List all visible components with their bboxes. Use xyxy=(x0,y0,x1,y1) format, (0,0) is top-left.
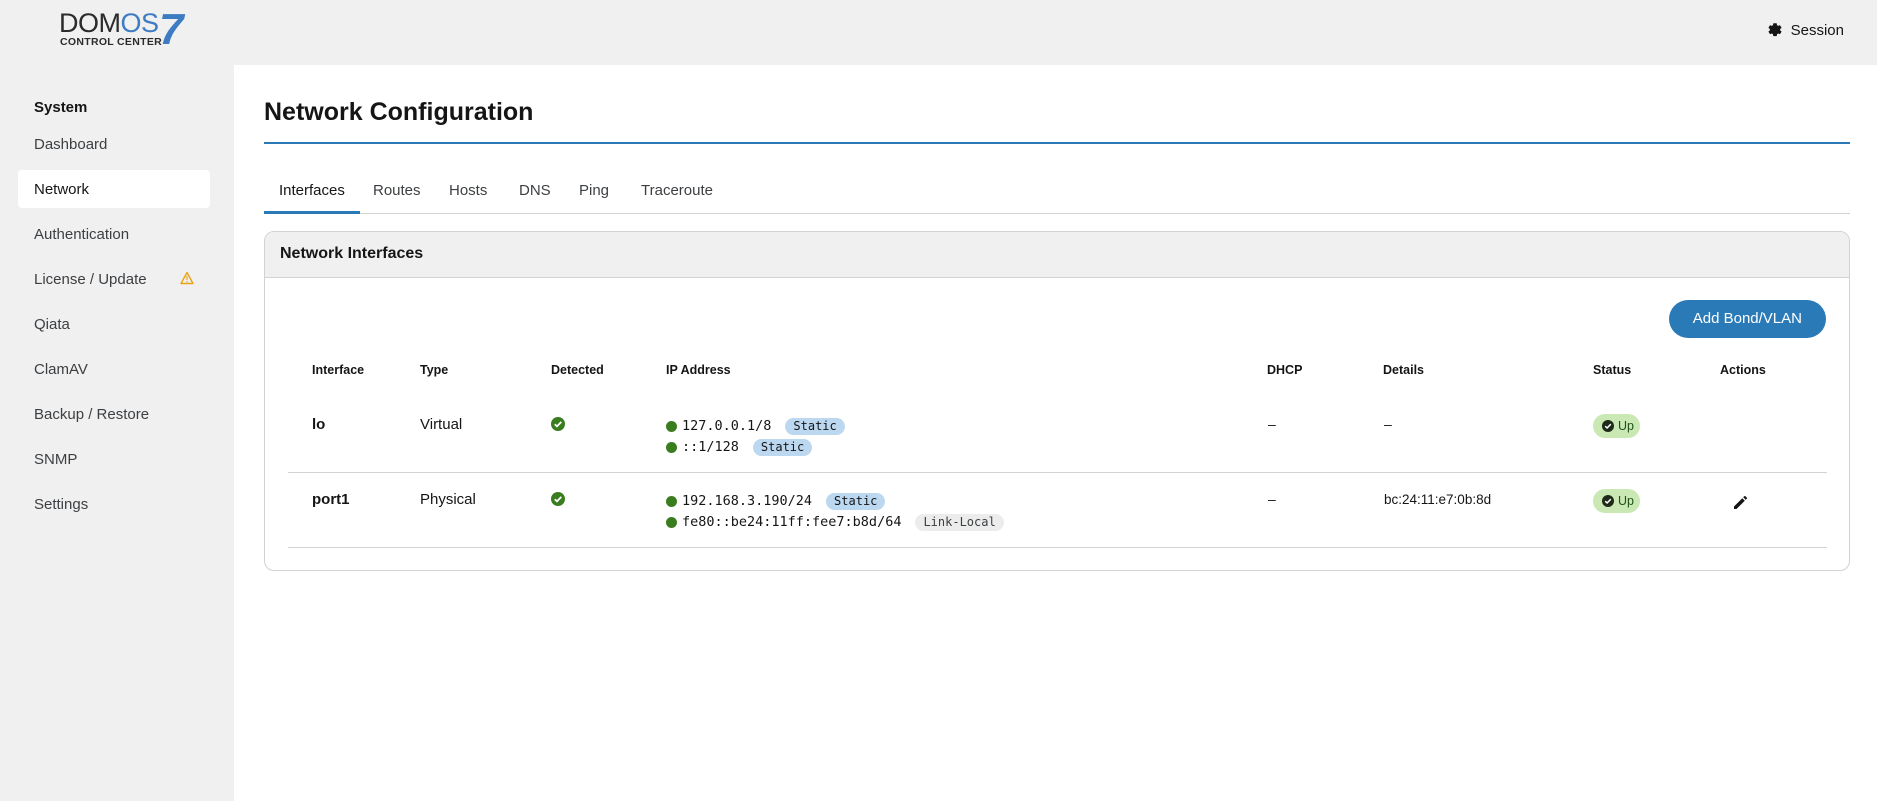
interface-name: lo xyxy=(312,416,326,433)
tab-ping[interactable]: Ping xyxy=(564,169,624,214)
session-label: Session xyxy=(1790,21,1844,39)
sidebar-item-label: Dashboard xyxy=(34,135,108,153)
sidebar-item-clamav[interactable]: ClamAV xyxy=(18,350,210,388)
gear-icon xyxy=(1768,23,1782,37)
tab-dns[interactable]: DNS xyxy=(504,169,566,214)
sidebar-item-label: Settings xyxy=(34,495,89,513)
ip-status-dot xyxy=(666,516,677,528)
sidebar-item-label: SNMP xyxy=(34,450,78,468)
ip-address: ::1/128 xyxy=(682,439,739,455)
ip-tag-badge: Static xyxy=(752,438,813,456)
tab-interfaces[interactable]: Interfaces xyxy=(264,169,360,214)
ip-address-entry: 192.168.3.190/24 Static xyxy=(666,492,886,510)
sidebar-item-label: Qiata xyxy=(34,315,70,333)
tab-bar: Interfaces Routes Hosts DNS Ping Tracero… xyxy=(264,169,1850,214)
card-title: Network Interfaces xyxy=(265,232,1849,278)
ip-status-dot xyxy=(666,420,677,432)
details-value: – xyxy=(1384,416,1392,432)
status-badge: Up xyxy=(1593,489,1640,513)
column-header-details[interactable]: Details xyxy=(1383,363,1424,377)
ip-address: 127.0.0.1/8 xyxy=(682,418,772,434)
ip-tag-badge: Link-Local xyxy=(915,513,1004,531)
interface-name: port1 xyxy=(312,491,350,508)
check-circle-icon xyxy=(1602,420,1614,432)
ip-address: 192.168.3.190/24 xyxy=(682,493,813,509)
ip-address: fe80::be24:11ff:fee7:b8d/64 xyxy=(682,514,902,530)
logo-version: 7 xyxy=(159,5,184,54)
logo-wordmark: DOMOS xyxy=(59,8,159,38)
top-bar: DOMOS CONTROL CENTER 7 Session xyxy=(0,0,1877,65)
ip-address-entry: ::1/128 Static xyxy=(666,438,813,456)
column-header-dhcp[interactable]: DHCP xyxy=(1267,363,1302,377)
sidebar-item-label: ClamAV xyxy=(34,360,88,378)
sidebar-item-dashboard[interactable]: Dashboard xyxy=(18,125,210,163)
session-menu[interactable]: Session xyxy=(1767,20,1844,40)
sidebar-section-title: System xyxy=(34,99,88,116)
sidebar-item-qiata[interactable]: Qiata xyxy=(18,305,210,343)
sidebar-item-license-update[interactable]: License / Update xyxy=(18,260,210,298)
ip-tag-badge: Static xyxy=(826,492,886,510)
sidebar-item-backup-restore[interactable]: Backup / Restore xyxy=(18,395,210,433)
tab-traceroute[interactable]: Traceroute xyxy=(626,169,728,214)
sidebar-item-snmp[interactable]: SNMP xyxy=(18,440,210,478)
check-circle-icon xyxy=(551,492,565,506)
sidebar-item-settings[interactable]: Settings xyxy=(18,485,210,523)
column-header-status[interactable]: Status xyxy=(1593,363,1631,377)
status-badge: Up xyxy=(1593,414,1640,438)
ip-address-entry: 127.0.0.1/8 Static xyxy=(666,417,845,435)
sidebar-item-label: Backup / Restore xyxy=(34,405,150,423)
details-value: bc:24:11:e7:0b:8d xyxy=(1384,492,1492,507)
add-bond-vlan-button[interactable]: Add Bond/VLAN xyxy=(1668,300,1826,338)
dhcp-value: – xyxy=(1268,416,1276,432)
interface-type: Virtual xyxy=(420,416,463,433)
sidebar: System Dashboard Network Authentication … xyxy=(0,65,234,801)
column-header-interface[interactable]: Interface xyxy=(312,363,364,377)
sidebar-item-label: Authentication xyxy=(34,225,130,243)
pencil-icon[interactable] xyxy=(1731,494,1749,512)
interface-type: Physical xyxy=(420,491,476,508)
title-divider xyxy=(264,142,1850,144)
sidebar-item-authentication[interactable]: Authentication xyxy=(18,215,210,253)
check-circle-icon xyxy=(551,417,565,431)
sidebar-item-label: Network xyxy=(34,180,90,198)
status-text: Up xyxy=(1618,419,1634,433)
column-header-detected[interactable]: Detected xyxy=(551,363,604,377)
row-divider xyxy=(288,472,1827,473)
tab-routes[interactable]: Routes xyxy=(358,169,436,214)
dhcp-value: – xyxy=(1268,491,1276,507)
ip-tag-badge: Static xyxy=(785,417,845,435)
column-header-ip-address[interactable]: IP Address xyxy=(666,363,731,377)
column-header-type[interactable]: Type xyxy=(420,363,448,377)
ip-status-dot xyxy=(666,441,677,453)
status-text: Up xyxy=(1618,494,1634,508)
domos-logo[interactable]: DOMOS CONTROL CENTER 7 xyxy=(59,5,189,54)
main-content: Network Configuration Interfaces Routes … xyxy=(234,65,1877,801)
sidebar-item-network[interactable]: Network xyxy=(18,170,210,208)
network-interfaces-card: Network Interfaces Add Bond/VLAN Interfa… xyxy=(264,231,1850,571)
column-header-actions: Actions xyxy=(1720,363,1766,377)
logo-subtitle: CONTROL CENTER xyxy=(60,36,163,48)
ip-address-entry: fe80::be24:11ff:fee7:b8d/64 Link-Local xyxy=(666,513,1004,531)
ip-status-dot xyxy=(666,495,677,507)
warning-icon xyxy=(180,271,194,285)
sidebar-item-label: License / Update xyxy=(34,270,147,288)
tab-hosts[interactable]: Hosts xyxy=(434,169,502,214)
check-circle-icon xyxy=(1602,495,1614,507)
row-divider xyxy=(288,547,1827,548)
page-title: Network Configuration xyxy=(264,98,534,126)
